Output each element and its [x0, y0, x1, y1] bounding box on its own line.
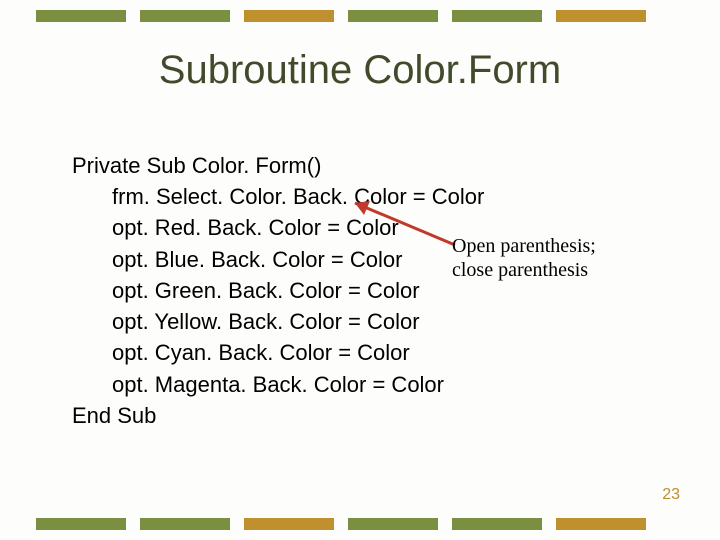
- page-number: 23: [662, 486, 680, 504]
- code-line: opt. Green. Back. Color = Color: [72, 275, 484, 306]
- decor-segment: [140, 518, 230, 530]
- code-line: frm. Select. Color. Back. Color = Color: [72, 181, 484, 212]
- decor-segment: [556, 10, 646, 22]
- code-line: opt. Yellow. Back. Color = Color: [72, 306, 484, 337]
- decor-bottom-bar: [36, 518, 646, 530]
- decor-segment: [244, 10, 334, 22]
- decor-segment: [348, 10, 438, 22]
- decor-segment: [452, 10, 542, 22]
- annotation-line: Open parenthesis;: [452, 234, 596, 258]
- decor-segment: [36, 518, 126, 530]
- annotation-text: Open parenthesis; close parenthesis: [452, 234, 596, 282]
- code-line: opt. Blue. Back. Color = Color: [72, 244, 484, 275]
- code-line: opt. Red. Back. Color = Color: [72, 212, 484, 243]
- slide-title: Subroutine Color.Form: [0, 48, 720, 93]
- decor-segment: [36, 10, 126, 22]
- code-line: opt. Magenta. Back. Color = Color: [72, 369, 484, 400]
- decor-top-bar: [36, 10, 646, 22]
- decor-segment: [140, 10, 230, 22]
- code-block: Private Sub Color. Form() frm. Select. C…: [72, 150, 484, 431]
- annotation-line: close parenthesis: [452, 258, 596, 282]
- code-line: opt. Cyan. Back. Color = Color: [72, 337, 484, 368]
- code-line: End Sub: [72, 400, 484, 431]
- code-line: Private Sub Color. Form(): [72, 150, 484, 181]
- decor-segment: [452, 518, 542, 530]
- decor-segment: [556, 518, 646, 530]
- decor-segment: [244, 518, 334, 530]
- decor-segment: [348, 518, 438, 530]
